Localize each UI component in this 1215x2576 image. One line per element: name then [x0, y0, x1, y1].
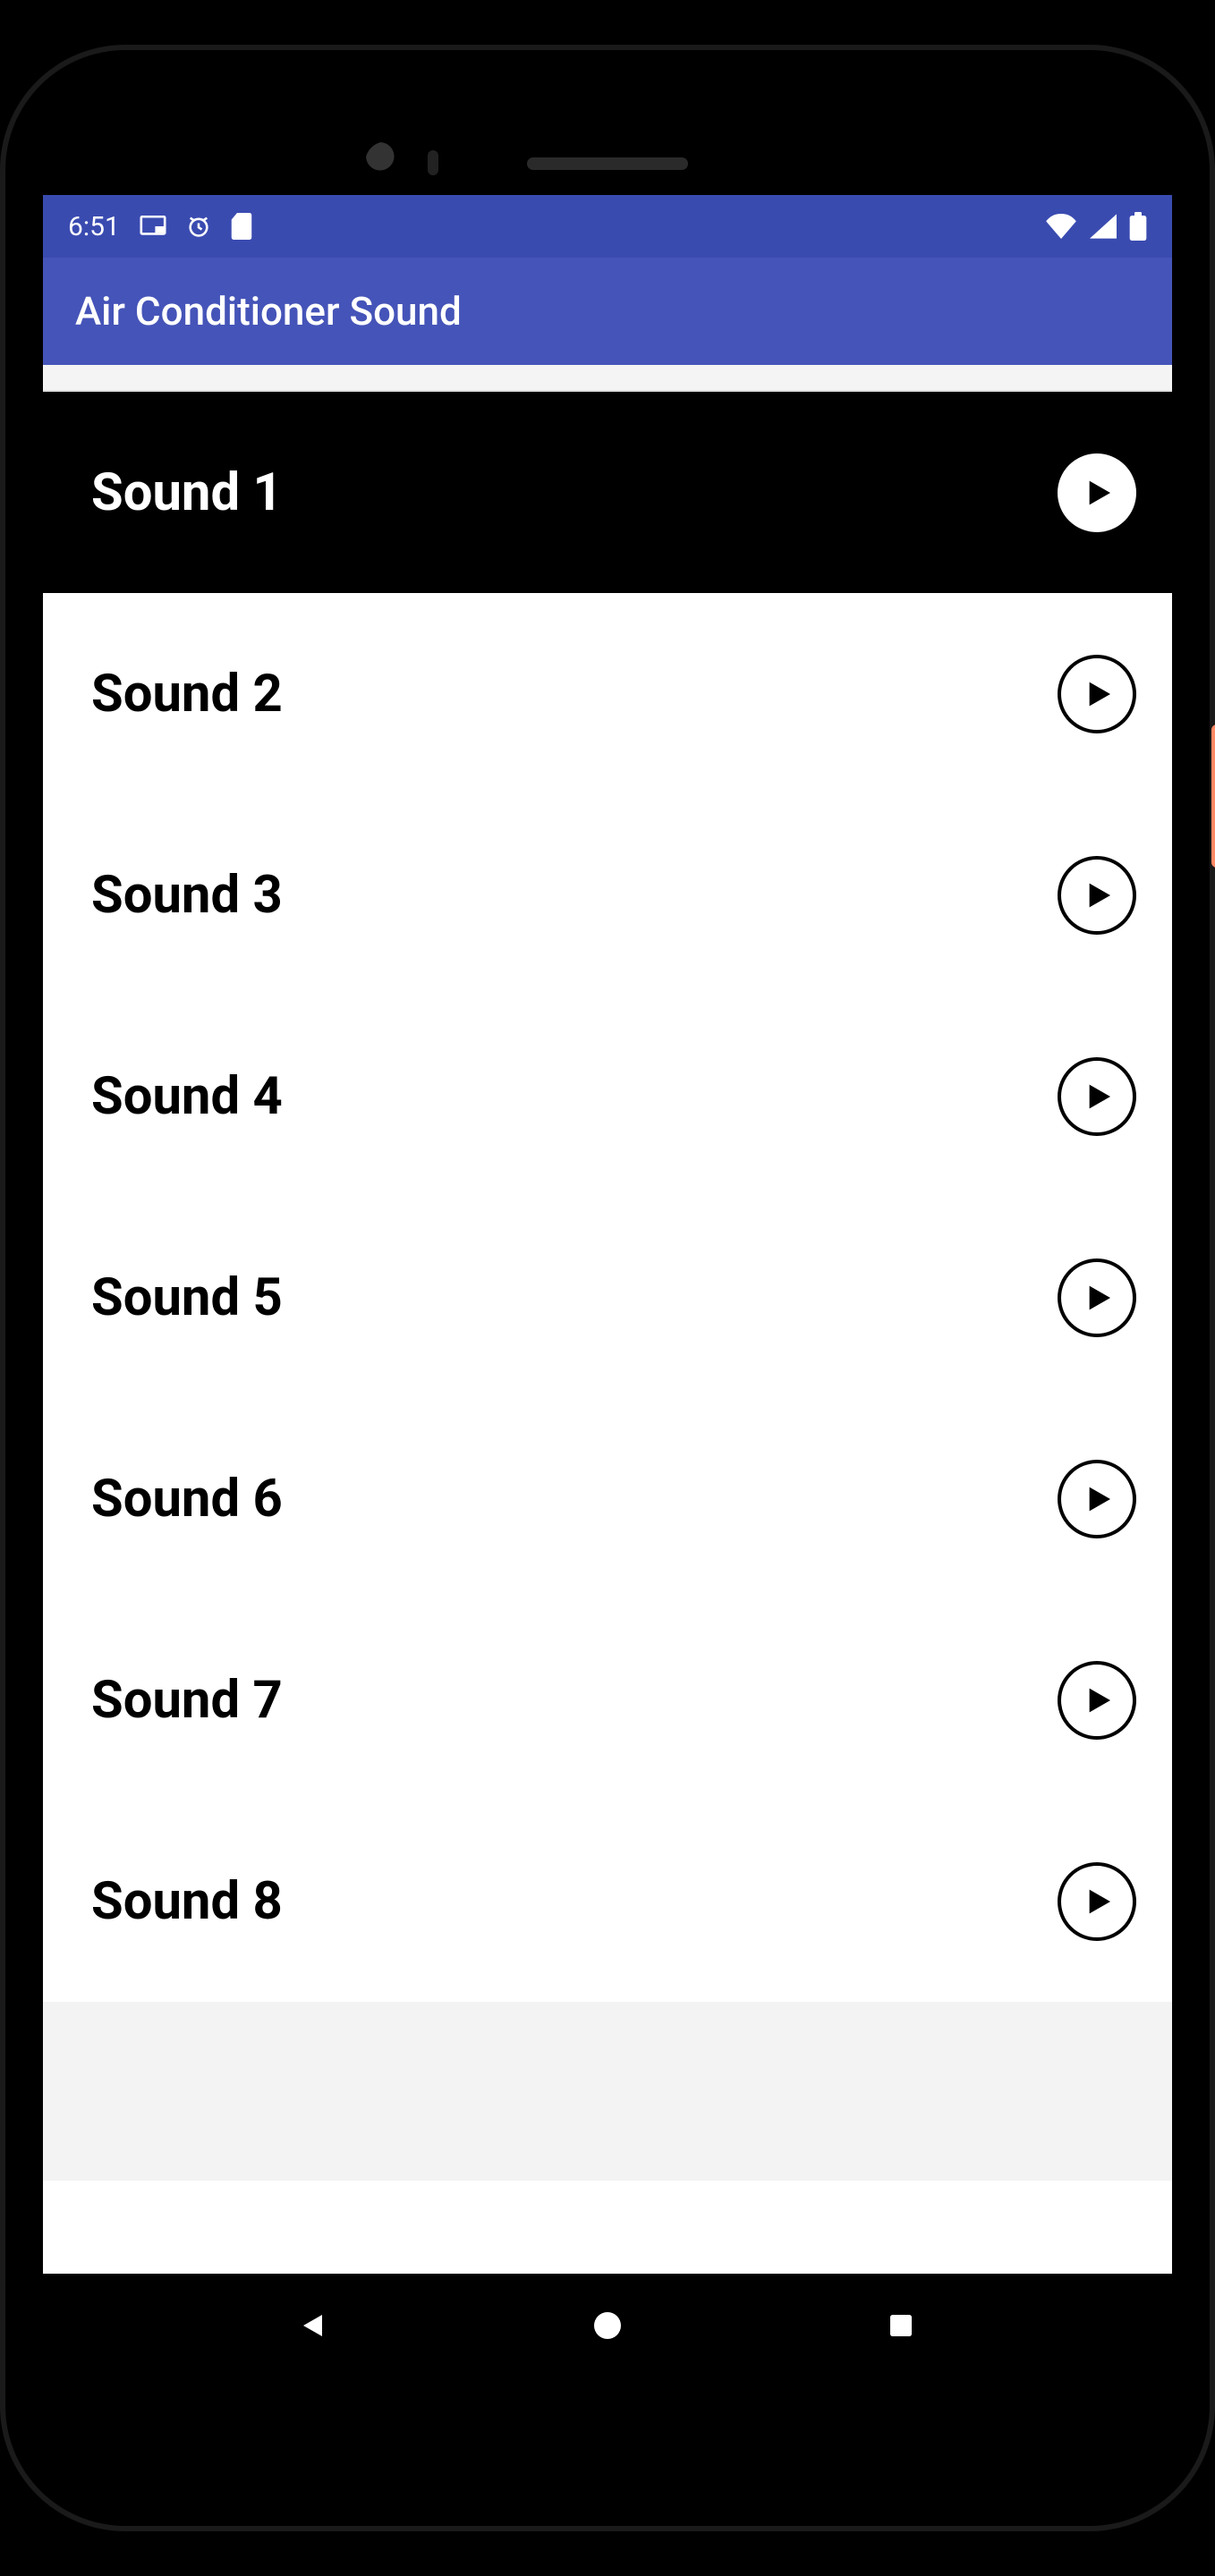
- play-icon: [1079, 1682, 1115, 1718]
- sound-row-1[interactable]: Sound 1: [43, 392, 1172, 593]
- phone-camera: [365, 141, 408, 184]
- play-button[interactable]: [1058, 1460, 1136, 1538]
- play-icon: [1079, 877, 1115, 913]
- nav-home-icon: [591, 2309, 624, 2345]
- sound-row-4[interactable]: Sound 4: [43, 996, 1172, 1197]
- play-button[interactable]: [1058, 1258, 1136, 1337]
- nav-recents-button[interactable]: [879, 2305, 923, 2350]
- screen: 6:51: [43, 195, 1172, 2381]
- sound-row-3[interactable]: Sound 3: [43, 794, 1172, 996]
- sound-label: Sound 7: [91, 1670, 283, 1731]
- phone-speaker: [527, 157, 688, 170]
- app-title: Air Conditioner Sound: [75, 288, 462, 335]
- cell-signal-icon: [1090, 214, 1117, 239]
- sd-card-icon: [231, 213, 252, 240]
- play-icon: [1079, 475, 1115, 511]
- play-icon: [1079, 676, 1115, 712]
- nav-bar: [43, 2274, 1172, 2381]
- play-icon: [1079, 1884, 1115, 1919]
- cast-icon: [140, 216, 166, 237]
- alarm-icon: [186, 214, 211, 239]
- sound-label: Sound 4: [91, 1066, 283, 1127]
- play-button[interactable]: [1058, 655, 1136, 733]
- phone-frame: 6:51: [0, 45, 1215, 2531]
- sound-row-6[interactable]: Sound 6: [43, 1398, 1172, 1599]
- sound-label: Sound 6: [91, 1469, 283, 1530]
- play-button[interactable]: [1058, 1862, 1136, 1941]
- sound-label: Sound 8: [91, 1871, 283, 1932]
- play-icon: [1079, 1481, 1115, 1517]
- nav-recents-icon: [887, 2311, 915, 2343]
- sound-label: Sound 5: [91, 1267, 283, 1328]
- status-time: 6:51: [68, 211, 120, 242]
- sound-label: Sound 1: [91, 462, 283, 523]
- phone-sensor: [428, 150, 438, 175]
- nav-back-button[interactable]: [292, 2305, 336, 2350]
- nav-back-icon: [298, 2308, 330, 2347]
- divider: [43, 365, 1172, 392]
- sound-label: Sound 2: [91, 664, 283, 724]
- app-bar: Air Conditioner Sound: [43, 258, 1172, 365]
- play-icon: [1079, 1280, 1115, 1316]
- play-button[interactable]: [1058, 1661, 1136, 1740]
- battery-icon: [1129, 212, 1147, 241]
- play-button[interactable]: [1058, 1057, 1136, 1136]
- phone-side-button: [1211, 724, 1215, 868]
- sound-label: Sound 3: [91, 865, 283, 926]
- list-footer: [43, 2002, 1172, 2181]
- sound-row-8[interactable]: Sound 8: [43, 1801, 1172, 2002]
- nav-home-button[interactable]: [585, 2305, 630, 2350]
- sound-row-5[interactable]: Sound 5: [43, 1197, 1172, 1398]
- sound-row-2[interactable]: Sound 2: [43, 593, 1172, 794]
- play-icon: [1079, 1079, 1115, 1114]
- wifi-icon: [1045, 214, 1077, 239]
- sound-row-7[interactable]: Sound 7: [43, 1599, 1172, 1801]
- status-bar: 6:51: [43, 195, 1172, 258]
- sound-list: Sound 1 Sound 2: [43, 392, 1172, 2274]
- play-button[interactable]: [1058, 856, 1136, 935]
- play-button[interactable]: [1058, 453, 1136, 532]
